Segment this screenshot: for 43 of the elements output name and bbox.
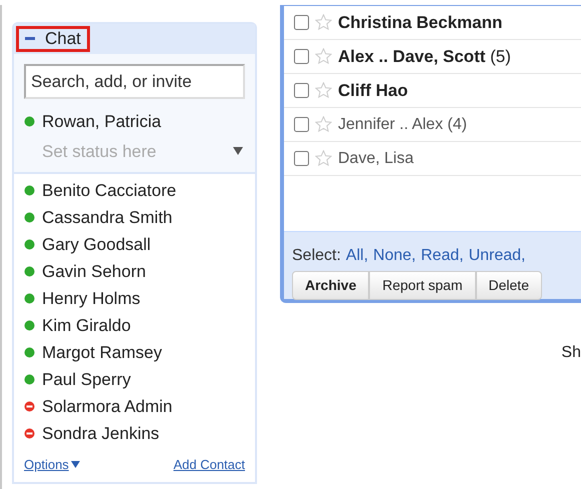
dropdown-caret-icon <box>70 460 80 468</box>
contact-name[interactable]: Kim Giraldo <box>42 312 131 338</box>
sender-text[interactable]: Alex .. Dave, Scott (5) <box>338 44 511 70</box>
action-button[interactable]: Archive <box>292 271 370 300</box>
row-checkbox[interactable] <box>294 15 309 30</box>
select-link[interactable]: All, <box>346 244 368 268</box>
user-name: Rowan, Patricia <box>42 111 162 133</box>
label-text: Sh <box>561 343 581 363</box>
row-checkbox[interactable] <box>294 117 309 132</box>
sender-text[interactable]: Christina Beckmann <box>338 10 502 36</box>
star-icon[interactable] <box>315 150 332 167</box>
select-link[interactable]: Unread, <box>468 244 526 268</box>
contact-name[interactable]: Margot Ramsey <box>42 340 162 366</box>
search-field[interactable]: Search, add, or invite <box>24 64 245 99</box>
status-message-field[interactable]: Set status here <box>42 138 222 164</box>
contact-name[interactable]: Cassandra Smith <box>42 204 172 230</box>
select-link[interactable]: Read, <box>420 244 464 268</box>
star-icon[interactable] <box>315 82 332 99</box>
dropdown-caret-icon[interactable] <box>233 147 243 156</box>
action-button[interactable]: Delete <box>476 271 542 300</box>
row-checkbox[interactable] <box>294 151 309 166</box>
sender-text[interactable]: Jennifer .. Alex (4) <box>338 112 467 136</box>
contact-name[interactable]: Paul Sperry <box>42 366 131 392</box>
star-icon[interactable] <box>315 116 332 133</box>
select-label: Select: <box>292 246 341 266</box>
row-checkbox[interactable] <box>294 83 309 98</box>
sender-text[interactable]: Cliff Hao <box>338 78 408 104</box>
chat-toggle-button[interactable]: Chat <box>16 26 90 52</box>
star-icon[interactable] <box>315 48 332 65</box>
action-button[interactable]: Report spam <box>369 271 476 300</box>
row-checkbox[interactable] <box>294 49 309 64</box>
add-contact-link[interactable]: Add Contact <box>173 454 245 474</box>
contact-name[interactable]: Henry Holms <box>42 286 140 312</box>
contact-name[interactable]: Gavin Sehorn <box>42 258 146 284</box>
contact-name[interactable]: Gary Goodsall <box>42 232 151 258</box>
collapse-icon <box>25 37 35 41</box>
contact-name[interactable]: Benito Cacciatore <box>42 178 176 204</box>
contact-name[interactable]: Solarmora Admin <box>42 394 172 420</box>
options-link[interactable]: Options <box>24 454 80 474</box>
sender-text[interactable]: Dave, Lisa <box>338 146 414 170</box>
contact-name[interactable]: Sondra Jenkins <box>42 420 160 446</box>
star-icon[interactable] <box>315 14 332 31</box>
select-link[interactable]: None, <box>373 244 416 268</box>
